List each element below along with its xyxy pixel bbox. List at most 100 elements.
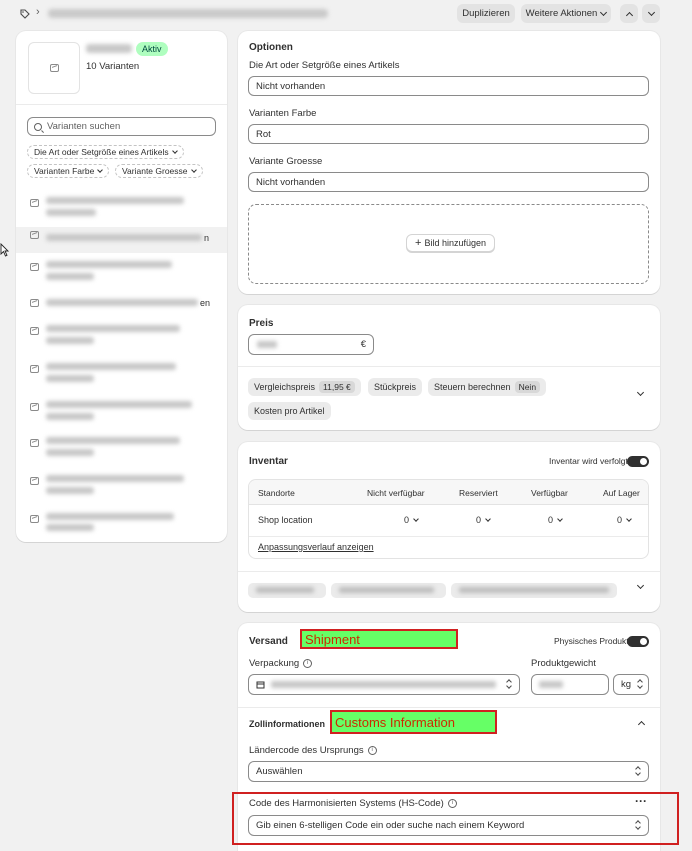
image-icon bbox=[30, 231, 39, 239]
variant-name-redacted bbox=[46, 413, 94, 420]
box-icon bbox=[256, 681, 265, 689]
select-arrows-icon bbox=[637, 679, 643, 689]
chevron-down-icon bbox=[485, 515, 491, 522]
physical-product-toggle[interactable] bbox=[627, 636, 649, 647]
option-label: Die Art oder Setgröße eines Artikels bbox=[249, 60, 400, 71]
annotation-shipment: Shipment bbox=[300, 629, 458, 649]
chevron-down-icon[interactable] bbox=[636, 581, 645, 590]
sku-pill[interactable] bbox=[248, 583, 326, 598]
duplicate-button[interactable]: Duplizieren bbox=[457, 4, 515, 23]
more-actions-button[interactable]: Weitere Aktionen bbox=[521, 4, 611, 23]
variant-row[interactable] bbox=[16, 511, 227, 537]
variant-row[interactable]: en bbox=[16, 295, 227, 319]
info-icon[interactable]: i bbox=[367, 745, 377, 755]
redacted-text bbox=[339, 587, 434, 593]
variant-row-selected[interactable]: n bbox=[16, 227, 227, 253]
product-thumbnail[interactable] bbox=[28, 42, 80, 94]
chevron-down-icon bbox=[97, 166, 104, 173]
variant-name-redacted bbox=[46, 437, 180, 444]
variant-name-redacted bbox=[46, 475, 184, 482]
col-header: Nicht verfügbar bbox=[367, 488, 425, 498]
inventory-tracked-toggle[interactable] bbox=[627, 456, 649, 467]
variant-name-redacted bbox=[46, 234, 202, 241]
origin-country-select[interactable]: Auswählen bbox=[248, 761, 649, 782]
info-icon[interactable]: i bbox=[303, 658, 313, 668]
oversell-pill[interactable] bbox=[451, 583, 617, 598]
select-arrows-icon bbox=[635, 766, 641, 776]
variant-row[interactable] bbox=[16, 435, 227, 465]
status-badge: Aktiv bbox=[136, 42, 168, 56]
variant-name-redacted bbox=[46, 363, 176, 370]
divider bbox=[249, 536, 648, 537]
image-dropzone[interactable]: + Bild hinzufügen bbox=[248, 204, 649, 284]
unavailable-qty[interactable]: 0 bbox=[404, 515, 419, 525]
variant-row[interactable] bbox=[16, 473, 227, 503]
variant-name-redacted bbox=[46, 299, 198, 306]
tax-pill[interactable]: Steuern berechnen Nein bbox=[428, 378, 547, 396]
redacted-text bbox=[459, 587, 609, 593]
barcode-pill[interactable] bbox=[331, 583, 446, 598]
variant-name-redacted bbox=[46, 261, 172, 268]
reserved-qty[interactable]: 0 bbox=[476, 515, 491, 525]
breadcrumb-chevron-icon: › bbox=[36, 6, 40, 18]
variant-name-trailing: n bbox=[204, 233, 210, 243]
top-bar: › Duplizieren Weitere Aktionen bbox=[0, 0, 692, 28]
chevron-down-icon bbox=[171, 147, 178, 154]
variant-row[interactable] bbox=[16, 259, 227, 289]
packaging-value-redacted bbox=[271, 681, 496, 688]
weight-input[interactable] bbox=[531, 674, 609, 695]
variant-name-redacted bbox=[46, 513, 174, 520]
variant-row[interactable] bbox=[16, 323, 227, 353]
option-field-art[interactable]: Nicht vorhanden bbox=[248, 76, 649, 96]
cost-per-item-pill[interactable]: Kosten pro Artikel bbox=[248, 402, 331, 420]
divider bbox=[238, 366, 660, 367]
unit-price-pill[interactable]: Stückpreis bbox=[368, 378, 423, 396]
variant-name-redacted bbox=[46, 325, 180, 332]
filter-art-setgroesse[interactable]: Die Art oder Setgröße eines Artikels bbox=[27, 145, 184, 159]
packaging-label: Verpackung i bbox=[249, 658, 313, 669]
variant-name-redacted bbox=[46, 401, 192, 408]
origin-label: Ländercode des Ursprungs i bbox=[249, 745, 377, 756]
chevron-down-icon bbox=[190, 166, 197, 173]
variant-row[interactable] bbox=[16, 195, 227, 225]
price-input[interactable]: € bbox=[248, 334, 374, 355]
price-card: Preis € Vergleichspreis 11,95 € Stückprei… bbox=[238, 305, 660, 430]
chevron-down-icon[interactable] bbox=[636, 388, 645, 397]
image-icon bbox=[30, 199, 39, 207]
search-icon bbox=[34, 122, 42, 131]
chevron-down-icon bbox=[626, 515, 632, 522]
price-title: Preis bbox=[249, 318, 274, 329]
inventory-title: Inventar bbox=[249, 456, 288, 467]
variant-row[interactable] bbox=[16, 361, 227, 391]
chevron-up-icon[interactable] bbox=[637, 720, 646, 729]
select-arrows-icon bbox=[506, 679, 512, 689]
filter-varianten-farbe[interactable]: Varianten Farbe bbox=[27, 164, 110, 178]
filter-variante-groesse[interactable]: Variante Groesse bbox=[115, 164, 203, 178]
breadcrumb-title-redacted bbox=[48, 9, 328, 18]
variant-name-trailing: en bbox=[200, 298, 211, 308]
currency-symbol: € bbox=[360, 339, 366, 350]
variant-search-input[interactable]: Varianten suchen bbox=[27, 117, 216, 136]
divider bbox=[238, 571, 660, 572]
variant-row[interactable] bbox=[16, 399, 227, 429]
col-header: Auf Lager bbox=[603, 488, 640, 498]
divider bbox=[16, 104, 227, 105]
inventory-table: Standorte Nicht verfügbar Reserviert Ver… bbox=[248, 479, 649, 559]
packaging-select[interactable] bbox=[248, 674, 520, 695]
compare-price-pill[interactable]: Vergleichspreis 11,95 € bbox=[248, 378, 361, 396]
image-icon bbox=[30, 327, 39, 335]
chevron-down-icon bbox=[557, 515, 563, 522]
image-icon bbox=[30, 515, 39, 523]
weight-unit-select[interactable]: kg bbox=[613, 674, 649, 695]
previous-product-button[interactable] bbox=[620, 4, 638, 23]
option-field-groesse[interactable]: Nicht vorhanden bbox=[248, 172, 649, 192]
option-label: Variante Groesse bbox=[249, 156, 323, 167]
adjustment-history-link[interactable]: Anpassungsverlauf anzeigen bbox=[258, 542, 374, 552]
available-qty[interactable]: 0 bbox=[548, 515, 563, 525]
option-field-farbe[interactable]: Rot bbox=[248, 124, 649, 144]
add-image-button[interactable]: + Bild hinzufügen bbox=[406, 234, 495, 252]
next-product-button[interactable] bbox=[642, 4, 660, 23]
image-icon bbox=[30, 477, 39, 485]
variant-name-redacted bbox=[46, 337, 94, 344]
on-hand-qty[interactable]: 0 bbox=[617, 515, 632, 525]
